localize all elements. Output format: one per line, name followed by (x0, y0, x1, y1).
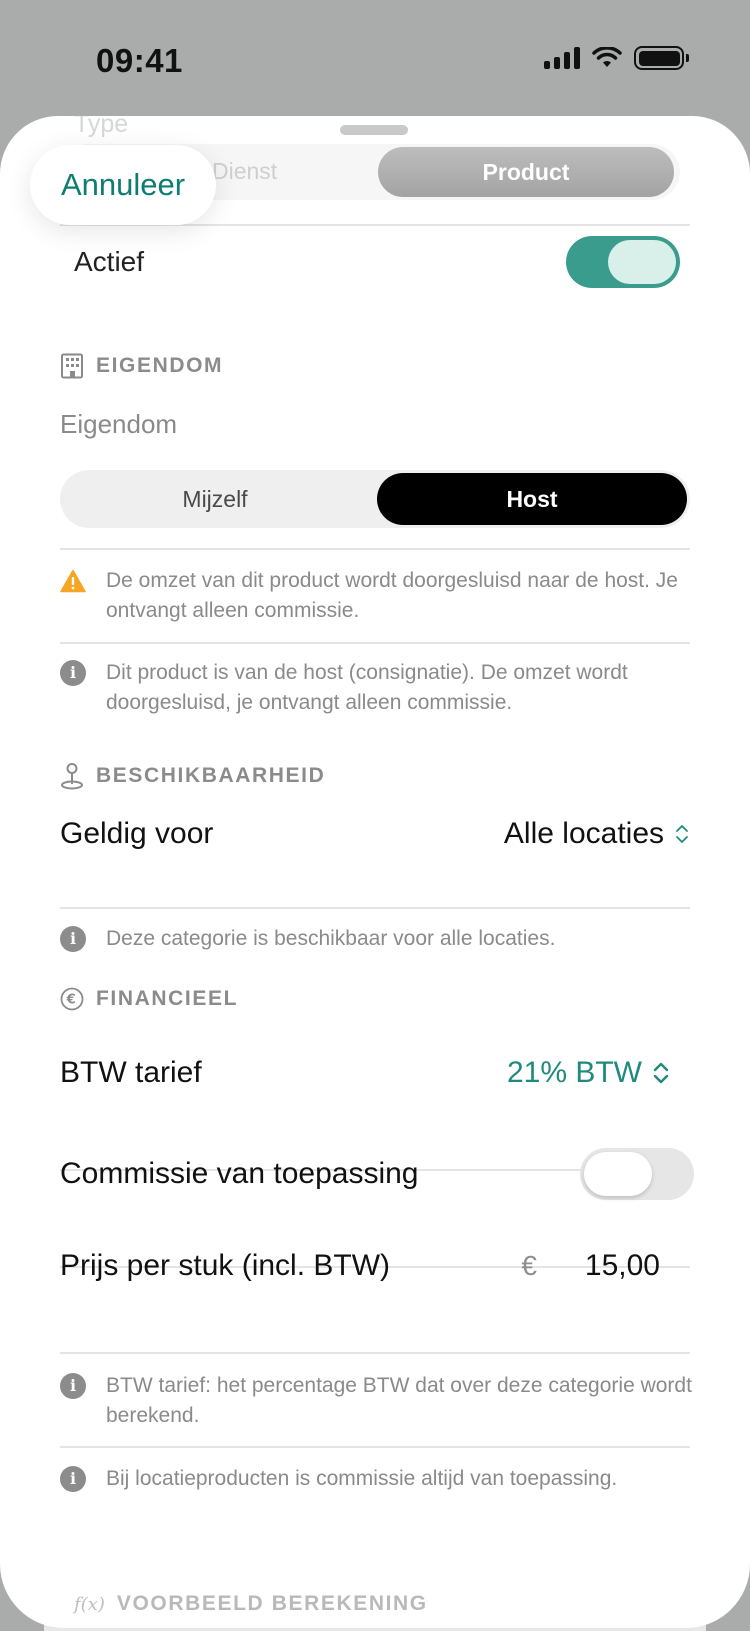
eigendom-option-host[interactable]: Host (377, 473, 687, 525)
btw-tarief-picker[interactable]: 21% BTW (507, 1056, 670, 1090)
beschikbaarheid-info-note: i Deze categorie is beschikbaar voor all… (60, 924, 700, 954)
btw-tarief-row[interactable]: BTW tarief 21% BTW (60, 1043, 690, 1103)
eigendom-option-mijzelf[interactable]: Mijzelf (60, 473, 370, 525)
divider (60, 548, 690, 550)
prijs-label: Prijs per stuk (incl. BTW) (60, 1249, 391, 1282)
btw-tarief-label: BTW tarief (60, 1056, 202, 1089)
cancel-button[interactable]: Annuleer (30, 145, 216, 225)
info-icon: i (60, 926, 86, 952)
commissie-label: Commissie van toepassing (60, 1157, 419, 1190)
warning-icon (60, 569, 86, 593)
financieel-section-header: € FINANCIEEL (60, 987, 238, 1011)
eigendom-info-text: Dit product is van de host (consignatie)… (106, 661, 628, 714)
edit-product-sheet: Type Dienst Product Actief EIGENDOM Eige… (0, 116, 750, 1628)
actief-label: Actief (74, 246, 145, 277)
info-icon: i (60, 1373, 86, 1399)
beschikbaarheid-info-text: Deze categorie is beschikbaar voor alle … (106, 927, 556, 950)
beschikbaarheid-section-header: BESCHIKBAARHEID (60, 762, 325, 790)
function-icon: f(x) (74, 1593, 105, 1615)
divider (60, 642, 690, 644)
info-icon: i (60, 660, 86, 686)
battery-icon (634, 46, 689, 70)
status-icons (544, 46, 689, 70)
geldig-voor-value: Alle locaties (503, 817, 664, 850)
prijs-row: Prijs per stuk (incl. BTW) € 15,00 (60, 1236, 690, 1296)
commissie-info-text: Bij locatieproducten is commissie altijd… (106, 1467, 618, 1490)
btw-tarief-value: 21% BTW (506, 1056, 642, 1089)
commissie-row: Commissie van toepassing (60, 1144, 694, 1204)
geldig-voor-picker[interactable]: Alle locaties (504, 817, 690, 851)
geldig-voor-label: Geldig voor (60, 817, 214, 850)
svg-text:€: € (66, 993, 78, 1008)
currency-symbol: € (521, 1250, 537, 1281)
btw-info-note: i BTW tarief: het percentage BTW dat ove… (60, 1371, 700, 1431)
voorbeeld-section-header: f(x) VOORBEELD BEREKENING (74, 1592, 428, 1616)
type-label: Type (74, 116, 129, 138)
eigendom-warning-text: De omzet van dit product wordt doorgeslu… (106, 569, 678, 622)
status-time: 09:41 (96, 42, 183, 79)
cellular-signal-icon (544, 47, 580, 69)
status-bar: 09:41 (0, 0, 750, 120)
commissie-info-note: i Bij locatieproducten is commissie alti… (60, 1464, 700, 1494)
building-icon (61, 353, 83, 379)
sheet-grabber[interactable] (340, 125, 408, 135)
commissie-toggle[interactable] (580, 1148, 694, 1200)
geldig-voor-row[interactable]: Geldig voor Alle locaties (60, 806, 690, 862)
chevron-up-down-icon (653, 1062, 669, 1084)
wifi-icon (592, 47, 622, 67)
eigendom-warning-note: De omzet van dit product wordt doorgeslu… (60, 566, 700, 626)
location-pin-icon (61, 763, 83, 790)
financieel-section-title: FINANCIEEL (96, 987, 238, 1010)
eigendom-info-note: i Dit product is van de host (consignati… (60, 658, 700, 718)
eigendom-section-title: EIGENDOM (96, 354, 224, 377)
divider (60, 907, 690, 909)
type-option-dienst[interactable]: Dienst (212, 158, 277, 185)
voorbeeld-section-title: VOORBEELD BEREKENING (116, 1592, 428, 1615)
eigendom-section-header: EIGENDOM (60, 353, 223, 379)
chevron-up-down-icon (676, 825, 688, 843)
eigendom-segmented-control[interactable]: Mijzelf Host (60, 470, 690, 528)
prijs-input[interactable]: 15,00 (585, 1249, 660, 1283)
actief-row: Actief (60, 234, 690, 290)
type-option-product[interactable]: Product (378, 147, 674, 197)
euro-circle-icon: € (60, 987, 84, 1011)
prijs-field[interactable]: € 15,00 (521, 1249, 660, 1283)
btw-info-text: BTW tarief: het percentage BTW dat over … (106, 1374, 692, 1427)
eigendom-field-label: Eigendom (60, 409, 178, 439)
divider (60, 1352, 690, 1354)
beschikbaarheid-section-title: BESCHIKBAARHEID (96, 764, 326, 787)
info-icon: i (60, 1466, 86, 1492)
divider (60, 1446, 690, 1448)
actief-toggle[interactable] (566, 236, 680, 288)
